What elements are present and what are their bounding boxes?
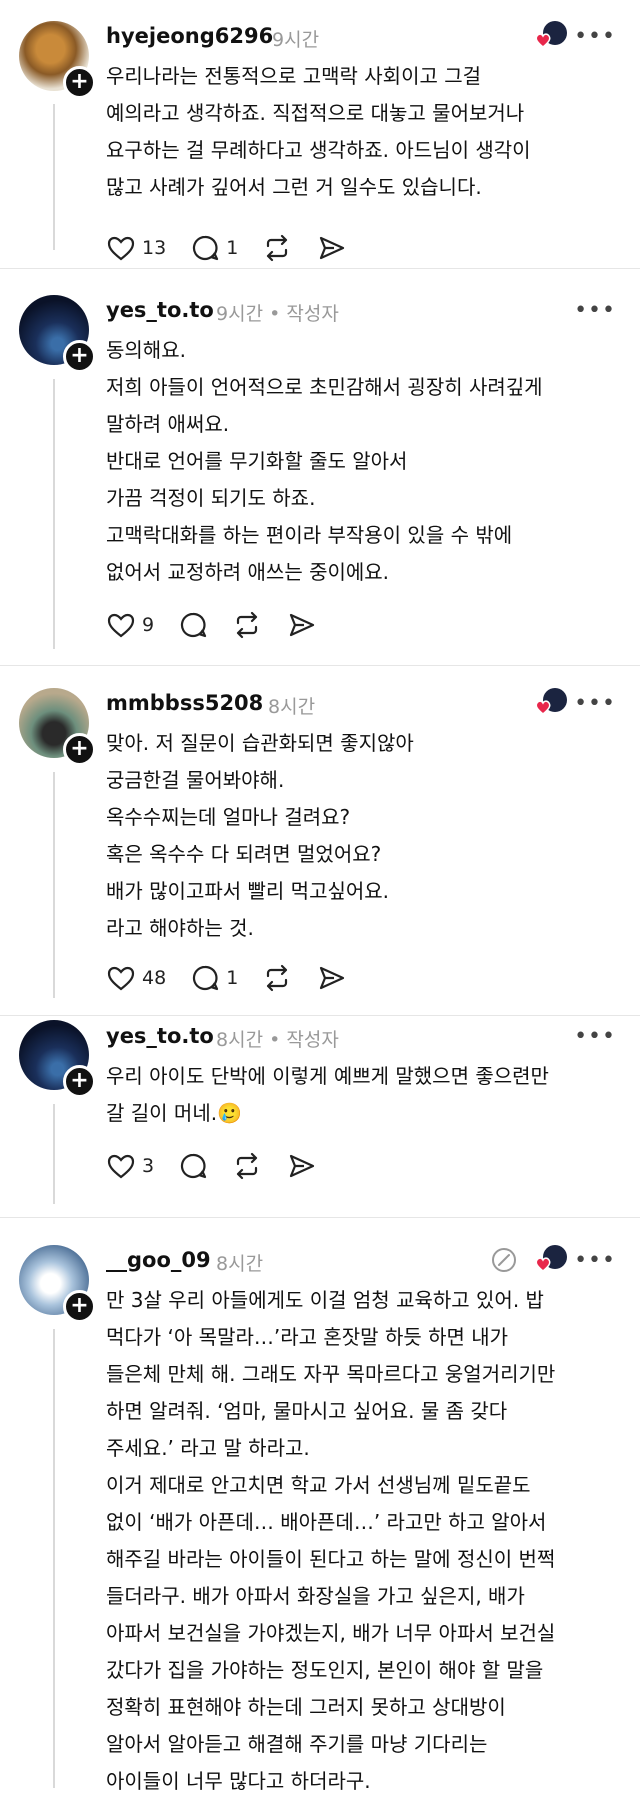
- username[interactable]: yes_to.to: [106, 298, 214, 322]
- repost-button[interactable]: [232, 610, 262, 640]
- username[interactable]: __goo_09: [106, 1248, 211, 1272]
- author-liked-badge-icon: [535, 1245, 567, 1272]
- comment-item: + __goo_09 8시간 ••• 만 3살 우리 아들에게도 이걸 엄청 교…: [0, 1218, 640, 1793]
- like-button[interactable]: 9: [106, 610, 154, 640]
- comment-text: 만 3살 우리 아들에게도 이걸 엄청 교육하고 있어. 밥 먹다가 ‘아 목말…: [106, 1288, 556, 1793]
- like-count: 13: [142, 237, 167, 259]
- like-count: 9: [142, 614, 155, 636]
- username[interactable]: hyejeong6296: [106, 24, 273, 48]
- comment-icon: [181, 1153, 207, 1179]
- comment-icon: [181, 612, 207, 638]
- like-button[interactable]: 13: [106, 233, 166, 263]
- action-bar: 48 1: [106, 962, 370, 994]
- thread-line: [53, 772, 55, 998]
- repost-icon: [236, 611, 258, 639]
- follow-plus-button[interactable]: +: [63, 66, 96, 99]
- author-tag: • 작성자: [269, 1029, 339, 1051]
- share-button[interactable]: [286, 1151, 316, 1181]
- share-button[interactable]: [316, 963, 346, 993]
- heart-icon: [107, 613, 135, 638]
- reply-button[interactable]: 1: [190, 233, 238, 263]
- heart-icon: [107, 966, 135, 991]
- author-tag: • 작성자: [269, 303, 339, 325]
- action-bar: 9: [106, 609, 340, 641]
- repost-button[interactable]: [262, 963, 292, 993]
- like-button[interactable]: 48: [106, 963, 166, 993]
- follow-plus-button[interactable]: +: [63, 1290, 96, 1323]
- thread-line: [53, 104, 55, 250]
- send-icon: [320, 966, 345, 990]
- repost-button[interactable]: [262, 233, 292, 263]
- comment-item: + hyejeong6296 9시간 ••• 우리나라는 전통적으로 고맥락 사…: [0, 0, 640, 268]
- reply-count: 1: [226, 237, 239, 259]
- like-count: 48: [142, 967, 167, 989]
- more-options-button[interactable]: •••: [574, 24, 616, 49]
- timestamp: 8시간 • 작성자: [216, 1025, 339, 1052]
- share-button[interactable]: [286, 610, 316, 640]
- follow-plus-button[interactable]: +: [63, 1065, 96, 1098]
- heart-icon: [107, 236, 135, 261]
- reply-button[interactable]: [178, 610, 208, 640]
- repost-button[interactable]: [232, 1151, 262, 1181]
- send-icon: [320, 236, 345, 260]
- comment-text: 우리 아이도 단박에 이렇게 예쁘게 말했으면 좋으련만 갈 길이 머네.🥲: [106, 1064, 549, 1125]
- timestamp: 9시간 • 작성자: [216, 299, 339, 326]
- reply-button[interactable]: [178, 1151, 208, 1181]
- action-bar: 13 1: [106, 232, 370, 264]
- thread-line: [53, 1329, 55, 1788]
- like-button[interactable]: 3: [106, 1151, 154, 1181]
- timestamp-text: 8시간: [216, 1029, 264, 1051]
- author-liked-badge-icon: [535, 688, 567, 715]
- follow-plus-button[interactable]: +: [63, 733, 96, 766]
- comment-item: + yes_to.to 9시간 • 작성자 ••• 동의해요. 저희 아들이 언…: [0, 269, 640, 665]
- thread-line: [53, 1104, 55, 1204]
- follow-plus-button[interactable]: +: [63, 340, 96, 373]
- more-options-button[interactable]: •••: [574, 1248, 616, 1273]
- like-count: 3: [142, 1155, 155, 1177]
- send-icon: [289, 1154, 315, 1178]
- share-button[interactable]: [316, 233, 346, 263]
- repost-icon: [236, 1152, 258, 1180]
- send-icon: [289, 613, 315, 637]
- username[interactable]: yes_to.to: [106, 1024, 214, 1048]
- comment-item: + mmbbss5208 8시간 ••• 맞아. 저 질문이 습관화되면 좋지않…: [0, 666, 640, 1015]
- more-options-button[interactable]: •••: [574, 691, 616, 716]
- heart-icon: [107, 1154, 135, 1179]
- repost-icon: [267, 964, 288, 992]
- author-liked-badge-icon: [535, 21, 567, 48]
- timestamp-text: 9시간: [216, 303, 264, 325]
- comment-text: 맞아. 저 질문이 습관화되면 좋지않아 궁금한걸 물어봐야해. 옥수수찌는데 …: [106, 731, 414, 940]
- username[interactable]: mmbbss5208: [106, 691, 263, 715]
- comment-item: + yes_to.to 8시간 • 작성자 ••• 우리 아이도 단박에 이렇게…: [0, 1016, 640, 1217]
- thread-line: [53, 379, 55, 649]
- timestamp: 9시간: [272, 29, 320, 51]
- edited-icon: [492, 1248, 516, 1272]
- comment-feed: + hyejeong6296 9시간 ••• 우리나라는 전통적으로 고맥락 사…: [0, 0, 640, 1793]
- repost-icon: [267, 234, 288, 262]
- action-bar: 3: [106, 1150, 340, 1182]
- timestamp: 8시간: [268, 696, 316, 718]
- comment-icon: [193, 235, 219, 261]
- more-options-button[interactable]: •••: [574, 298, 616, 323]
- reply-button[interactable]: 1: [190, 963, 238, 993]
- comment-text: 우리나라는 전통적으로 고맥락 사회이고 그걸 예의라고 생각하죠. 직접적으로…: [106, 64, 531, 199]
- reply-count: 1: [226, 967, 239, 989]
- timestamp: 8시간: [216, 1253, 264, 1275]
- comment-text: 동의해요. 저희 아들이 언어적으로 초민감해서 굉장히 사려깊게 말하려 애써…: [106, 338, 543, 584]
- comment-icon: [193, 965, 219, 991]
- more-options-button[interactable]: •••: [574, 1024, 616, 1049]
